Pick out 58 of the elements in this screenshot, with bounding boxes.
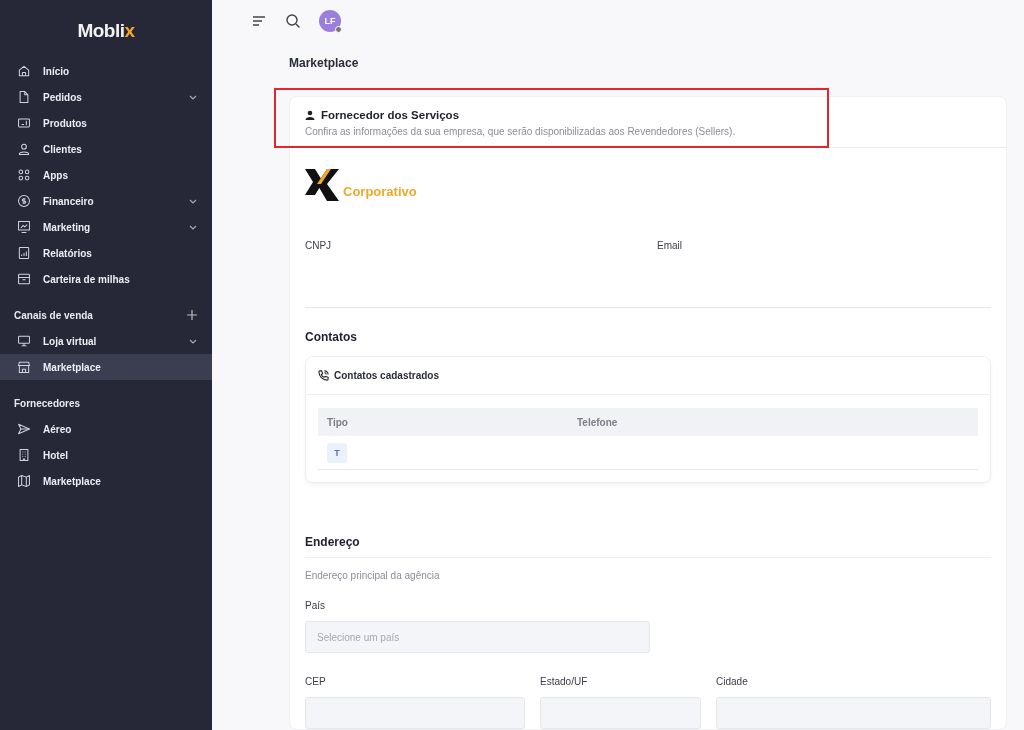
box-icon — [17, 272, 31, 286]
card-title: Fornecedor dos Serviços — [321, 109, 460, 121]
sidebar-item[interactable]: Financeiro — [0, 188, 212, 214]
grid-icon — [17, 168, 31, 182]
card-subtitle: Confira as informações da sua empresa, que serão disponibilizadas aos Revendedores (Sellers). — [305, 126, 737, 137]
plus-icon[interactable] — [186, 309, 198, 321]
input-field[interactable] — [305, 697, 525, 729]
field-label: Email — [657, 240, 682, 251]
user-icon — [17, 142, 31, 156]
sidebar-item[interactable]: Apps — [0, 162, 212, 188]
send-icon — [17, 422, 31, 436]
home-icon — [17, 64, 31, 78]
section-heading: Fornecedores — [14, 397, 81, 409]
section-heading: Canais de venda — [14, 309, 93, 321]
field-label: CEP — [305, 676, 326, 687]
sidebar-item[interactable]: Marketplace — [0, 468, 212, 494]
sidebar-item[interactable]: Produtos — [0, 110, 212, 136]
user-icon — [305, 110, 315, 120]
store-icon — [17, 360, 31, 374]
sidebar-item[interactable]: Marketing — [0, 214, 212, 240]
field-label: Estado/UF — [540, 676, 588, 687]
field-label: Cidade — [716, 676, 748, 687]
monitor-icon — [17, 334, 31, 348]
panel-title: Contatos cadastrados — [334, 370, 440, 381]
x-logo-icon — [305, 167, 341, 203]
report-icon — [17, 246, 31, 260]
sidebar-item[interactable]: Pedidos — [0, 84, 212, 110]
country-select[interactable]: Selecione um país — [305, 621, 650, 653]
phone-icon — [318, 370, 329, 381]
brand-logo: Moblix — [77, 20, 135, 42]
sidebar-item[interactable]: Clientes — [0, 136, 212, 162]
section-subtitle: Endereço principal da agência — [305, 570, 441, 581]
sidebar-item[interactable]: Loja virtual — [0, 328, 212, 354]
document-icon — [17, 90, 31, 104]
column-header: Tipo — [327, 416, 349, 428]
section-title: Endereço — [305, 535, 991, 558]
sidebar-item[interactable]: Início — [0, 58, 212, 84]
input-field[interactable] — [716, 697, 991, 729]
sidebar-item[interactable]: Aéreo — [0, 416, 212, 442]
section-title: Contatos — [305, 330, 358, 344]
menu-icon[interactable] — [251, 13, 267, 29]
field-label: CNPJ — [305, 240, 332, 251]
company-name: Corporativo — [343, 184, 417, 199]
sidebar-item[interactable]: Marketplace — [0, 354, 212, 380]
type-badge: T — [327, 443, 347, 463]
sidebar-item[interactable]: Carteira de milhas — [0, 266, 212, 292]
page-title: Marketplace — [289, 56, 360, 70]
card-icon — [17, 116, 31, 130]
dollar-icon — [17, 194, 31, 208]
chart-monitor-icon — [17, 220, 31, 234]
sidebar-item[interactable]: Relatórios — [0, 240, 212, 266]
map-icon — [17, 474, 31, 488]
sidebar-item[interactable]: Hotel — [0, 442, 212, 468]
building-icon — [17, 448, 31, 462]
search-icon[interactable] — [285, 13, 301, 29]
input-field[interactable] — [540, 697, 701, 729]
column-header: Telefone — [577, 416, 619, 428]
field-label: País — [305, 600, 325, 611]
